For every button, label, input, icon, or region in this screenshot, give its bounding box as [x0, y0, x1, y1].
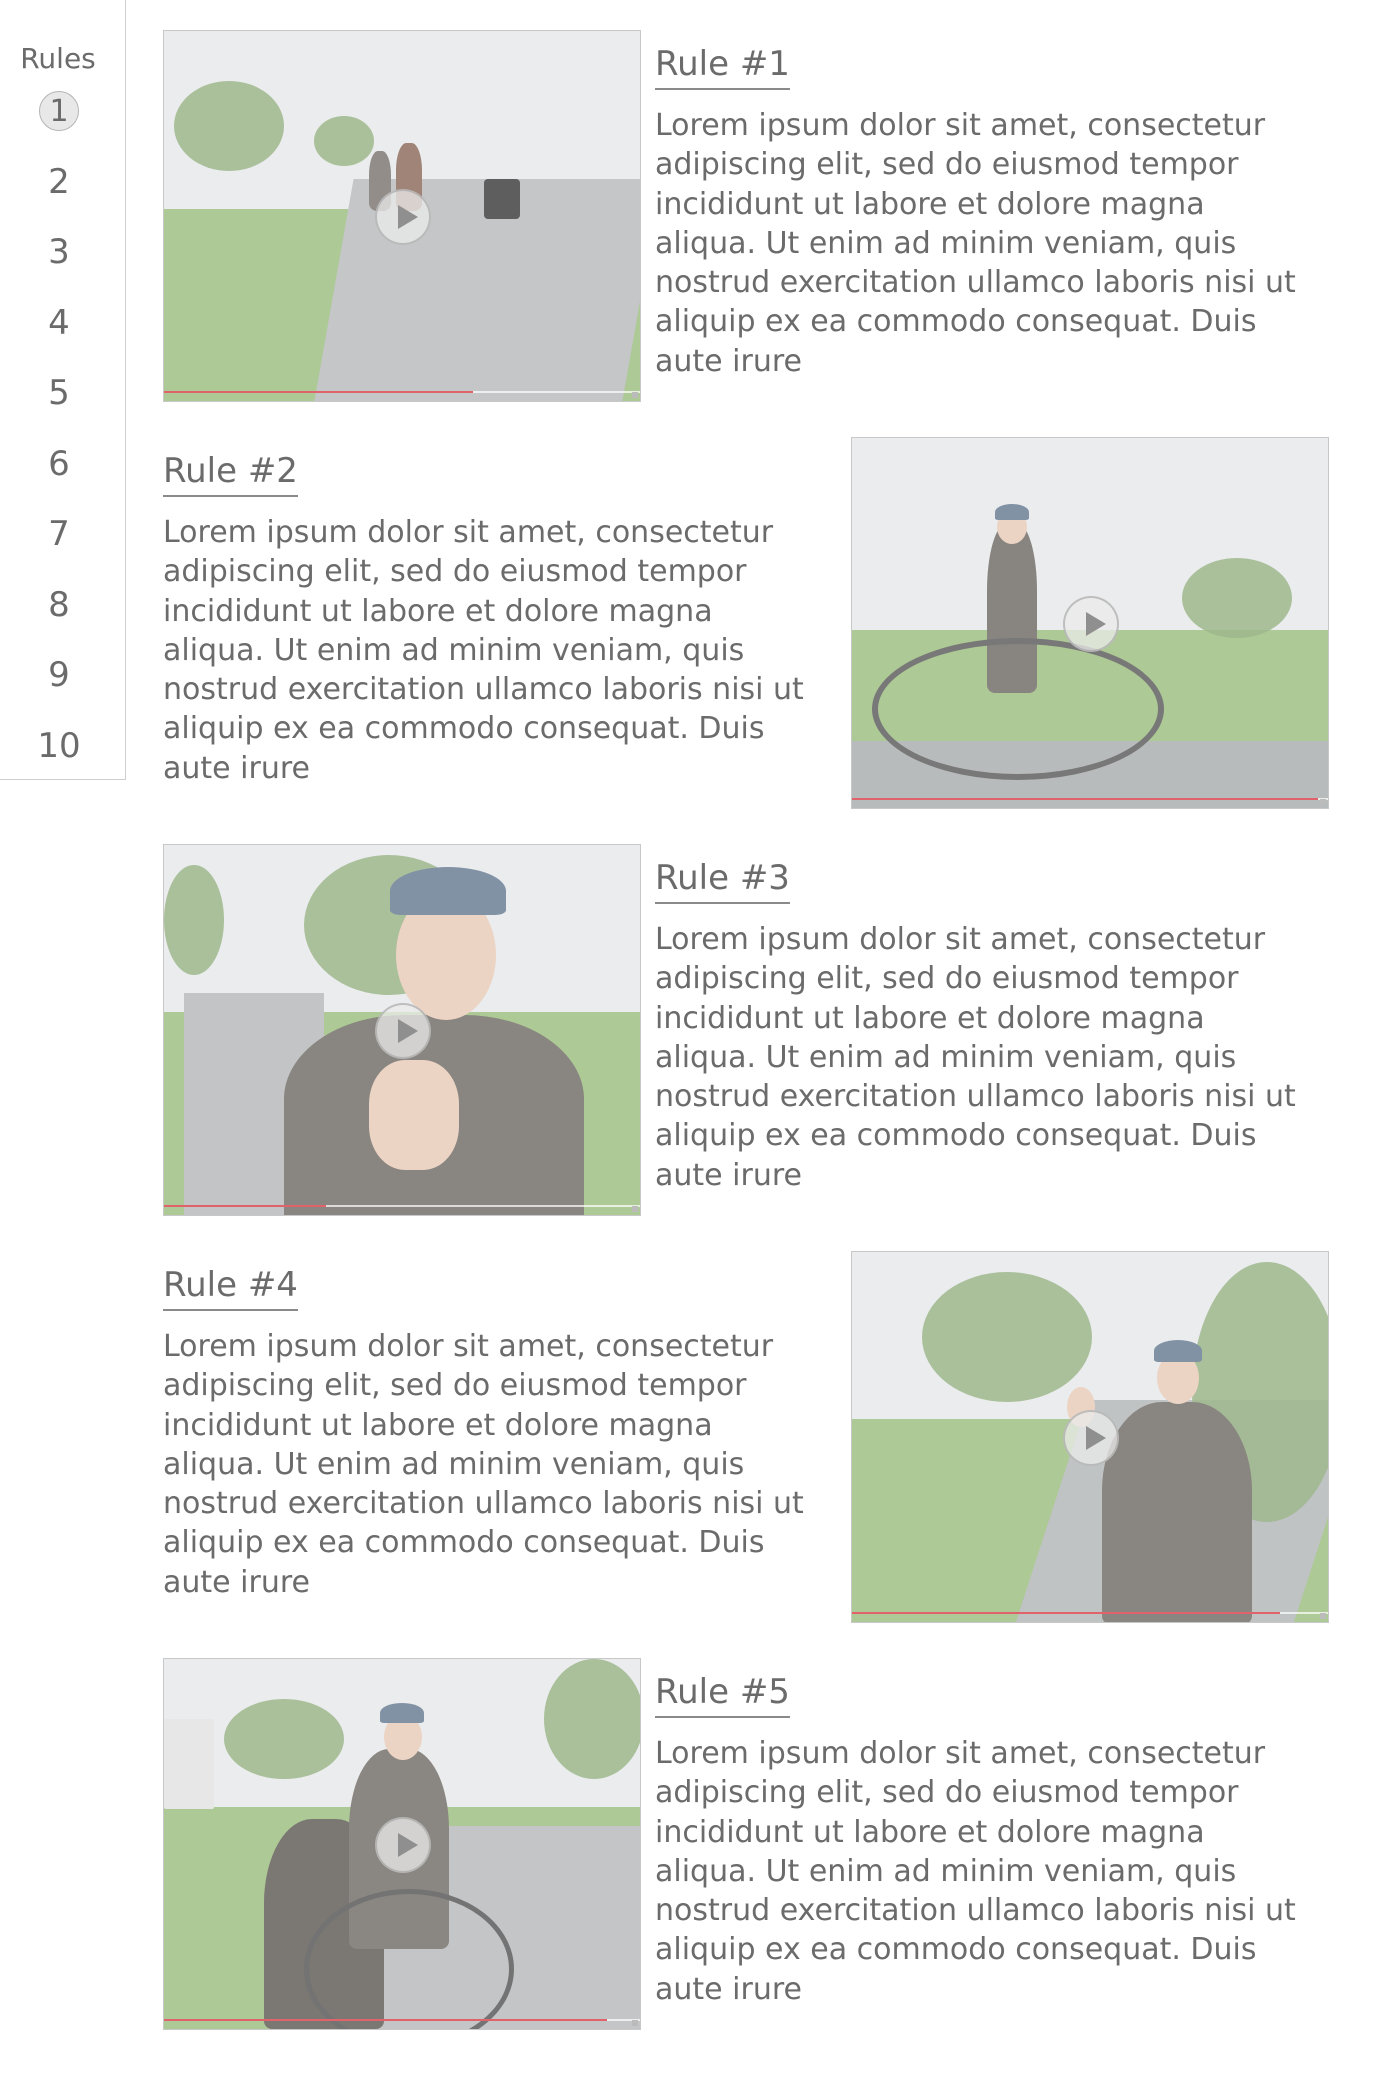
fullscreen-icon[interactable] — [632, 1206, 638, 1212]
play-icon[interactable] — [375, 1003, 431, 1059]
fullscreen-icon[interactable] — [1320, 799, 1326, 805]
fullscreen-icon[interactable] — [632, 2020, 638, 2026]
sidebar-item-4[interactable]: 4 — [0, 288, 118, 359]
rule-1-video[interactable] — [163, 30, 641, 402]
fullscreen-icon[interactable] — [632, 392, 638, 398]
video-progress-fill — [852, 798, 1319, 800]
sidebar-item-label: 6 — [48, 443, 70, 484]
sidebar-item-label: 5 — [48, 373, 70, 414]
rule-3-body: Lorem ipsum dolor sit amet, consectetur … — [655, 922, 1296, 1193]
video-progress-track[interactable] — [164, 1205, 640, 1207]
rule-2-body: Lorem ipsum dolor sit amet, consectetur … — [163, 515, 804, 786]
video-progress-track[interactable] — [164, 391, 640, 393]
rule-3-title: Rule #3 — [655, 858, 790, 904]
sidebar-item-7[interactable]: 7 — [0, 499, 118, 570]
rule-1-title: Rule #1 — [655, 44, 790, 90]
sidebar-item-1[interactable]: 1 — [0, 76, 118, 147]
sidebar-item-label: 10 — [37, 725, 81, 766]
play-icon[interactable] — [1063, 1410, 1119, 1466]
sidebar-nav: 1 2 3 4 5 6 7 8 9 10 — [0, 76, 118, 781]
fullscreen-icon[interactable] — [1320, 1613, 1326, 1619]
sidebar-item-label: 4 — [48, 302, 70, 343]
rule-4-title: Rule #4 — [163, 1265, 298, 1311]
rule-4-body: Lorem ipsum dolor sit amet, consectetur … — [163, 1329, 804, 1600]
rule-5-video[interactable] — [163, 1658, 641, 2030]
sidebar-item-label: 1 — [39, 91, 79, 132]
sidebar-item-2[interactable]: 2 — [0, 147, 118, 218]
sidebar-item-6[interactable]: 6 — [0, 429, 118, 500]
rule-3-video[interactable] — [163, 844, 641, 1216]
rule-4-video[interactable] — [851, 1251, 1329, 1623]
video-progress-fill — [852, 1612, 1281, 1614]
video-progress-fill — [164, 2019, 607, 2021]
rule-5-body: Lorem ipsum dolor sit amet, consectetur … — [655, 1736, 1296, 2007]
sidebar-item-label: 3 — [48, 232, 70, 273]
sidebar-item-10[interactable]: 10 — [0, 711, 118, 782]
sidebar-item-5[interactable]: 5 — [0, 358, 118, 429]
sidebar-item-9[interactable]: 9 — [0, 640, 118, 711]
rule-1-body: Lorem ipsum dolor sit amet, consectetur … — [655, 108, 1296, 379]
video-progress-track[interactable] — [852, 798, 1328, 800]
play-icon[interactable] — [1063, 596, 1119, 652]
sidebar-item-8[interactable]: 8 — [0, 570, 118, 641]
rules-sidebar: Rules 1 2 3 4 5 6 7 8 9 10 — [0, 0, 126, 780]
rule-2-video[interactable] — [851, 437, 1329, 809]
sidebar-title: Rules — [20, 42, 96, 75]
sidebar-item-label: 7 — [48, 514, 70, 555]
play-icon[interactable] — [375, 1817, 431, 1873]
rule-2-title: Rule #2 — [163, 451, 298, 497]
video-progress-fill — [164, 1205, 326, 1207]
video-progress-fill — [164, 391, 474, 393]
video-progress-track[interactable] — [852, 1612, 1328, 1614]
sidebar-item-label: 9 — [48, 655, 70, 696]
sidebar-item-label: 8 — [48, 584, 70, 625]
sidebar-item-label: 2 — [48, 161, 70, 202]
rule-5-title: Rule #5 — [655, 1672, 790, 1718]
video-progress-track[interactable] — [164, 2019, 640, 2021]
play-icon[interactable] — [375, 189, 431, 245]
sidebar-item-3[interactable]: 3 — [0, 217, 118, 288]
